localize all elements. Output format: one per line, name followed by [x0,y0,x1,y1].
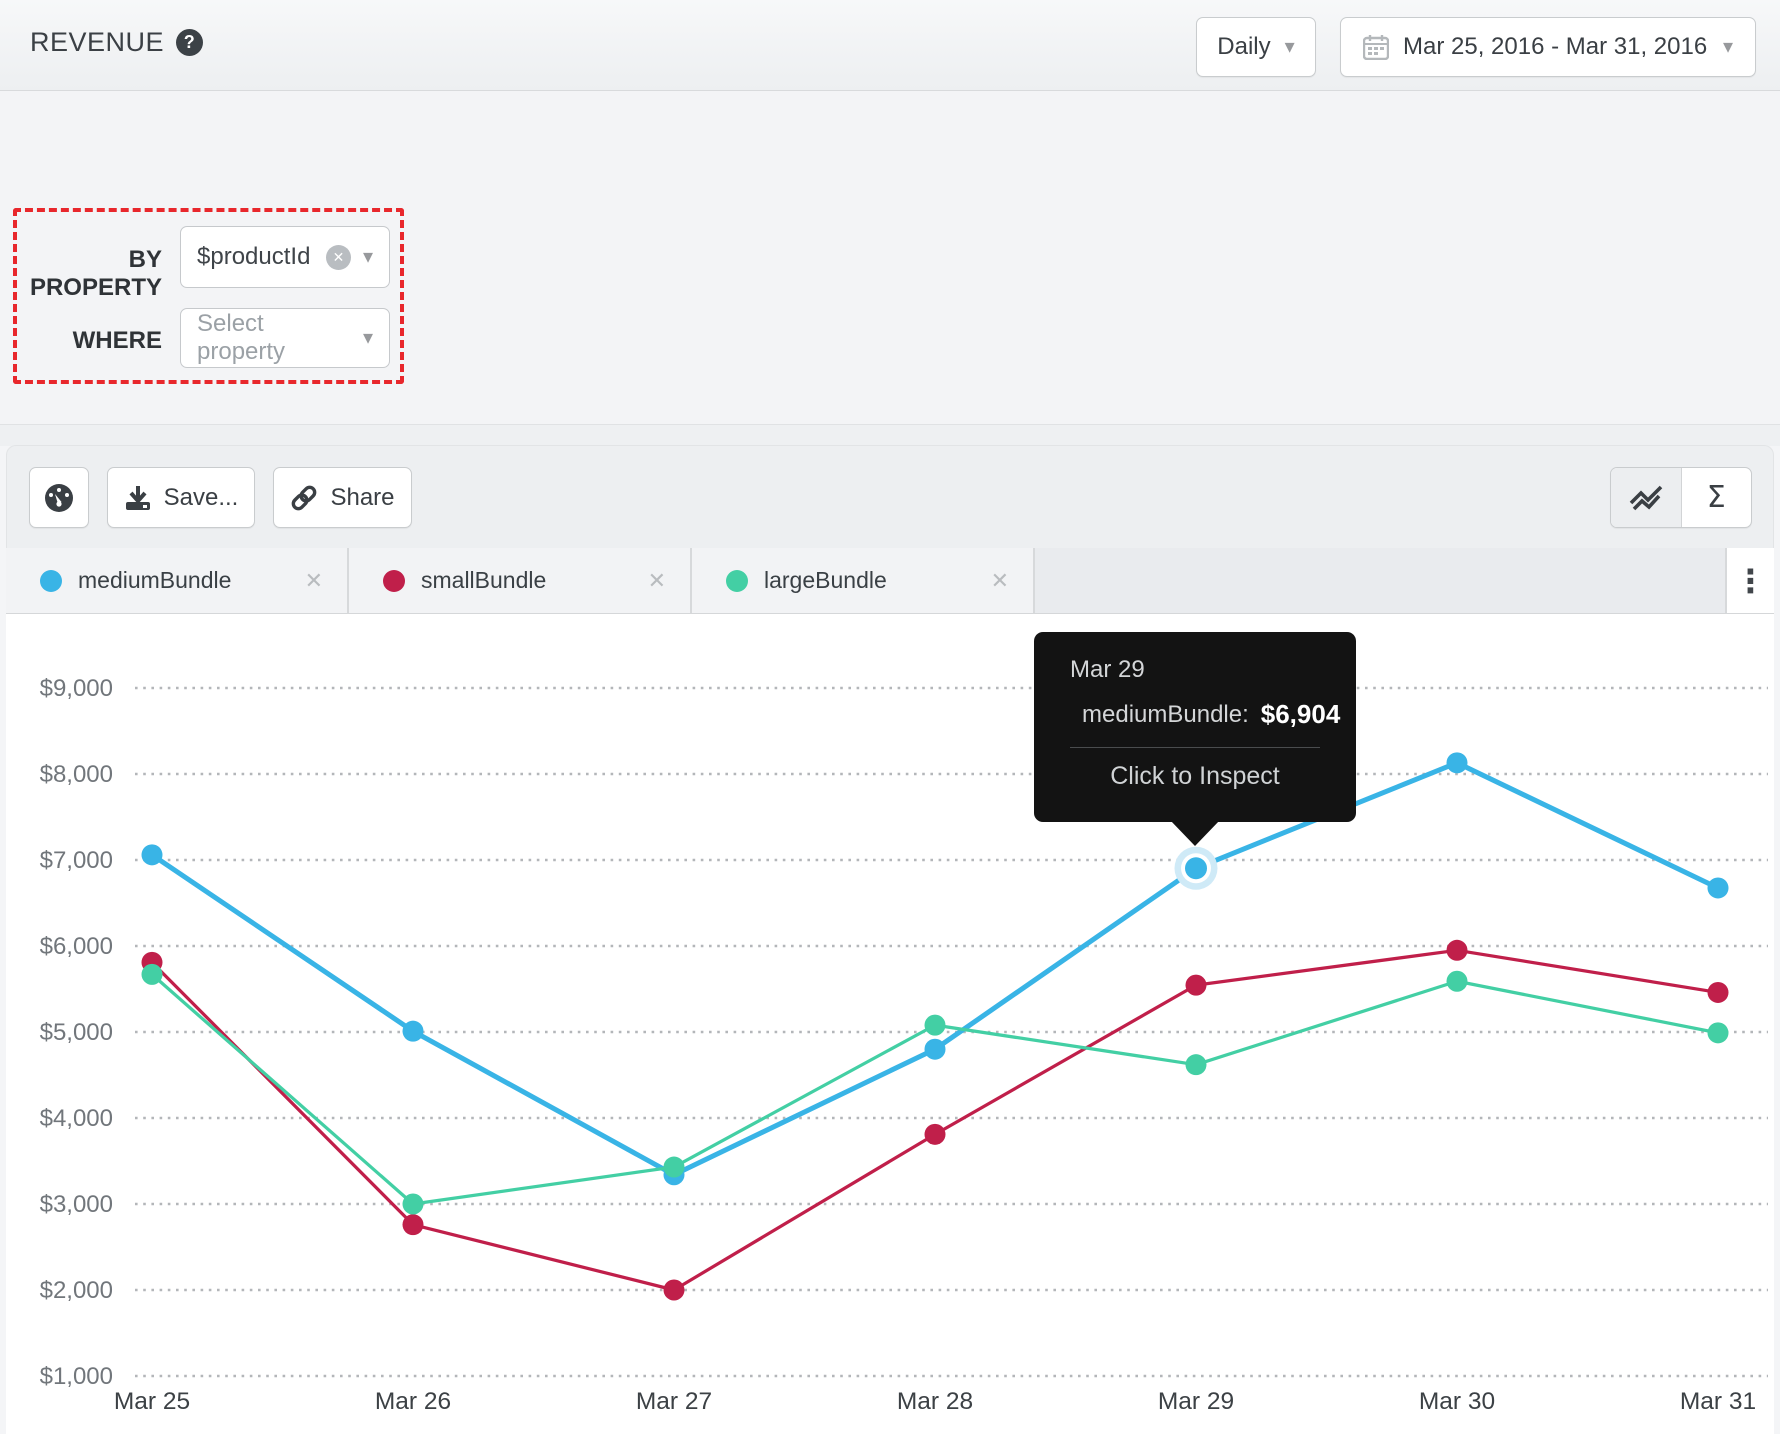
chevron-down-icon: ▾ [363,247,373,267]
data-point-mediumBundle[interactable] [1708,877,1729,898]
tooltip-action: Click to Inspect [1070,762,1320,791]
by-property-dropdown[interactable]: $productId ✕ ▾ [180,226,390,288]
where-dropdown[interactable]: Select property ▾ [180,308,390,368]
gauge-icon [43,482,75,514]
data-point-largeBundle[interactable] [1708,1022,1729,1043]
header-bar: REVENUE ? Daily ▾ Mar 25, 2016 - Mar 31,… [0,0,1780,91]
data-point-smallBundle[interactable] [1447,940,1468,961]
data-point-mediumBundle[interactable] [403,1021,424,1042]
data-point-smallBundle[interactable] [664,1280,685,1301]
tooltip-value: $6,904 [1261,699,1341,730]
help-icon[interactable]: ? [176,29,203,56]
legend-chip-smallbundle[interactable]: smallBundle ✕ [349,548,692,613]
share-label: Share [330,484,394,512]
page-title-text: REVENUE [30,27,164,58]
y-axis-tick-label: $7,000 [40,847,113,874]
sigma-icon: Σ [1707,480,1726,515]
data-point-mediumBundle[interactable] [1447,752,1468,773]
y-axis-tick-label: $8,000 [40,761,113,788]
y-axis-tick-label: $9,000 [40,675,113,702]
save-button[interactable]: Save... [107,467,255,528]
legend-label: mediumBundle [78,567,289,594]
chart-menu-button[interactable]: ⋮ [1727,548,1774,613]
remove-series-icon[interactable]: ✕ [991,568,1009,594]
data-point-largeBundle[interactable] [664,1157,685,1178]
sum-mode-button[interactable]: Σ [1681,468,1752,527]
y-axis-tick-label: $3,000 [40,1191,113,1218]
data-point-smallBundle[interactable] [403,1214,424,1235]
legend-chip-largebundle[interactable]: largeBundle ✕ [692,548,1035,613]
date-range-dropdown[interactable]: Mar 25, 2016 - Mar 31, 2016 ▾ [1340,17,1756,77]
clear-property-icon[interactable]: ✕ [326,245,351,270]
data-point-mediumBundle[interactable] [142,844,163,865]
x-axis-tick-label: Mar 26 [375,1388,451,1415]
legend-label: largeBundle [764,567,975,594]
granularity-dropdown[interactable]: Daily ▾ [1196,17,1316,77]
series-line-largeBundle[interactable] [152,974,1718,1204]
y-axis-tick-label: $5,000 [40,1019,113,1046]
remove-series-icon[interactable]: ✕ [305,568,323,594]
revenue-line-chart[interactable]: $9,000 $8,000 $7,000 $6,000 $5,000 $4,000 $3,0… [0,614,1780,1434]
trend-lines-icon [1628,483,1664,513]
save-label: Save... [164,484,239,512]
line-chart-mode-button[interactable] [1611,468,1681,527]
legend-chip-mediumbundle[interactable]: mediumBundle ✕ [6,548,349,613]
smallbundle-dot-icon [383,570,405,592]
legend-row: mediumBundle ✕ smallBundle ✕ largeBundle… [6,548,1774,614]
remove-series-icon[interactable]: ✕ [648,568,666,594]
legend-filler [1035,548,1727,613]
filter-section: BY PROPERTY $productId ✕ ▾ WHERE Select … [0,91,1780,425]
where-label: WHERE [0,327,162,355]
y-axis-tick-label: $1,000 [40,1363,113,1390]
chevron-down-icon: ▾ [1723,37,1733,57]
x-axis-tick-label: Mar 29 [1158,1388,1234,1415]
granularity-value: Daily [1217,33,1270,61]
data-point-mediumBundle[interactable] [925,1039,946,1060]
y-axis-tick-label: $2,000 [40,1277,113,1304]
data-point-largeBundle[interactable] [142,964,163,985]
data-point-largeBundle[interactable] [403,1194,424,1215]
save-icon [124,484,152,512]
chart-mode-toggle: Σ [1610,467,1752,528]
by-property-label: BY PROPERTY [0,246,162,302]
data-point-largeBundle[interactable] [925,1015,946,1036]
data-point-largeBundle[interactable] [1186,1054,1207,1075]
x-axis-tick-label: Mar 28 [897,1388,973,1415]
chevron-down-icon: ▾ [1285,37,1295,57]
series-line-smallBundle[interactable] [152,950,1718,1290]
where-placeholder: Select property [197,310,351,366]
data-point-smallBundle[interactable] [1708,982,1729,1003]
tooltip-series-label: mediumBundle: [1082,701,1249,729]
kebab-menu-icon: ⋮ [1735,565,1767,597]
x-axis-tick-label: Mar 27 [636,1388,712,1415]
share-button[interactable]: Share [273,467,412,528]
link-icon [290,484,318,512]
chart-tooltip[interactable]: Mar 29 mediumBundle: $6,904 Click to Ins… [1034,632,1356,822]
x-axis-tick-label: Mar 31 [1680,1388,1756,1415]
data-point-smallBundle[interactable] [1186,975,1207,996]
legend-label: smallBundle [421,567,632,594]
tooltip-date: Mar 29 [1070,656,1320,684]
largebundle-dot-icon [726,570,748,592]
highlighted-data-point[interactable] [1185,857,1207,879]
page-title: REVENUE ? [30,27,203,58]
section-divider-band [0,424,1780,446]
mediumbundle-dot-icon [40,570,62,592]
calendar-icon [1363,34,1389,60]
data-point-smallBundle[interactable] [925,1124,946,1145]
y-axis-tick-label: $4,000 [40,1105,113,1132]
y-axis-tick-label: $6,000 [40,933,113,960]
x-axis-tick-label: Mar 30 [1419,1388,1495,1415]
tooltip-divider [1070,747,1320,748]
series-line-mediumBundle[interactable] [152,763,1718,1175]
chevron-down-icon: ▾ [363,328,373,348]
date-range-value: Mar 25, 2016 - Mar 31, 2016 [1403,33,1709,61]
by-property-value: $productId [197,243,314,271]
data-point-largeBundle[interactable] [1447,971,1468,992]
x-axis-tick-label: Mar 25 [114,1388,190,1415]
dashboard-button[interactable] [29,467,89,528]
